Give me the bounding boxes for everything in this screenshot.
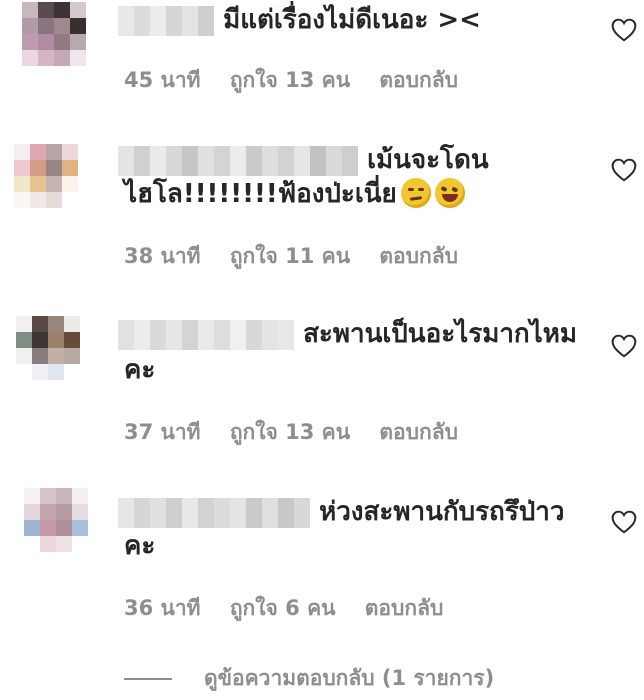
comment-text: ไฮโล!!!!!!!!ฟ้องป่ะเนี่ย — [124, 179, 397, 209]
heart-icon[interactable] — [611, 158, 637, 182]
comment-text: เม้นจะโดน — [367, 145, 489, 175]
avatar[interactable] — [24, 488, 88, 552]
comment-text: คะ — [124, 355, 156, 385]
comment-likes[interactable]: ถูกใจ 13 คน — [230, 420, 350, 444]
reply-button[interactable]: ตอบกลับ — [379, 244, 458, 268]
avatar[interactable] — [22, 2, 86, 66]
grinning-squinting-face-emoji — [434, 178, 465, 208]
comment-text: มีแต่เรื่องไม่ดีเนอะ >< — [223, 5, 481, 35]
reply-button[interactable]: ตอบกลับ — [365, 596, 444, 620]
divider-line — [124, 677, 172, 680]
reply-button[interactable]: ตอบกลับ — [379, 420, 458, 444]
avatar[interactable] — [14, 144, 78, 208]
username-blurred[interactable] — [118, 145, 358, 176]
comment-likes[interactable]: ถูกใจ 13 คน — [230, 68, 350, 92]
comment-text: ห่วงสะพานกับรถรึป่าว — [319, 497, 565, 527]
comment-time[interactable]: 45 นาที — [124, 68, 201, 92]
heart-icon[interactable] — [611, 510, 637, 534]
heart-icon[interactable] — [611, 18, 637, 42]
reply-button[interactable]: ตอบกลับ — [379, 68, 458, 92]
avatar[interactable] — [16, 316, 80, 380]
comment-time[interactable]: 38 นาที — [124, 244, 201, 268]
username-blurred[interactable] — [118, 319, 294, 350]
comment-time[interactable]: 37 นาที — [124, 420, 201, 444]
view-replies-button[interactable]: ดูข้อความตอบกลับ (1 รายการ) — [124, 662, 494, 695]
view-replies-label: ดูข้อความตอบกลับ (1 รายการ) — [204, 666, 495, 690]
username-blurred[interactable] — [118, 5, 214, 36]
username-blurred[interactable] — [118, 497, 310, 528]
heart-icon[interactable] — [611, 334, 637, 358]
comment-likes[interactable]: ถูกใจ 11 คน — [230, 244, 350, 268]
comment-time[interactable]: 36 นาที — [124, 596, 201, 620]
comment-likes[interactable]: ถูกใจ 6 คน — [230, 596, 336, 620]
smirking-face-emoji — [400, 178, 431, 208]
comment-text: สะพานเป็นอะไรมากไหม — [303, 319, 578, 349]
comment-text: คะ — [124, 531, 156, 561]
